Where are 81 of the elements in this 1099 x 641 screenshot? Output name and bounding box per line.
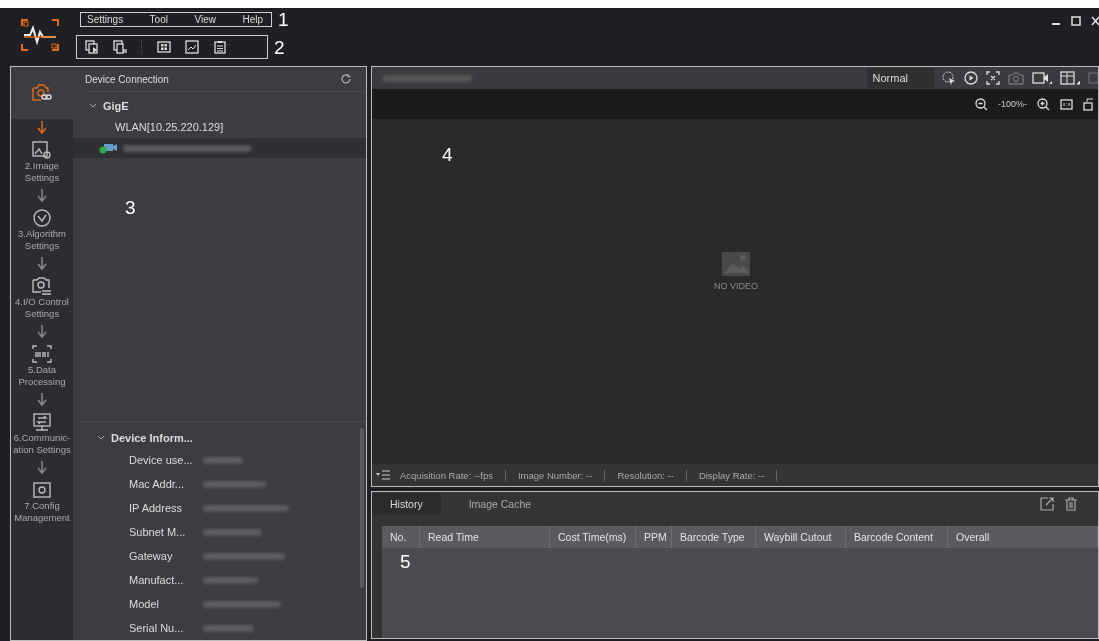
arrow-down-icon [37, 121, 47, 135]
circle-graph-icon [31, 208, 53, 228]
status-item: Acquisition Rate: --fps [390, 469, 506, 481]
redacted-value [203, 480, 266, 488]
tree-group[interactable]: GigE [73, 96, 366, 116]
menu-icon[interactable] [376, 470, 390, 480]
tree-group[interactable]: Device Inform... [81, 428, 366, 448]
status-item: Display Rate: -- [686, 469, 778, 481]
video-camera-icon[interactable] [1032, 71, 1052, 85]
image-gear-icon [31, 140, 53, 160]
field-label: Model [129, 598, 160, 610]
gear-box-icon [31, 480, 53, 500]
arrow-down-icon [37, 189, 47, 203]
menu-item[interactable]: Tool [149, 14, 168, 25]
no-video-label: NO VIDEO [714, 281, 758, 291]
arrow-down-icon [37, 461, 47, 475]
redacted-value [203, 576, 258, 584]
field-label: Manufact... [129, 574, 185, 586]
field-label: Device use... [129, 454, 193, 466]
play-icon[interactable] [964, 71, 978, 85]
callout-number: 4 [442, 145, 453, 164]
field-label: Mac Addr... [129, 478, 186, 490]
close-icon[interactable] [1091, 16, 1099, 26]
callout-number: 5 [400, 551, 411, 572]
step-item[interactable]: 3.Algorithm Settings [11, 205, 73, 255]
chevron-icon[interactable] [97, 434, 105, 442]
start-capture-icon[interactable] [85, 40, 99, 54]
status-item: Image Number: -- [505, 469, 606, 481]
step-item[interactable]: 7.Config Management [11, 477, 73, 527]
callout-number: 3 [125, 197, 136, 218]
chevron-icon[interactable] [89, 102, 97, 110]
step-item[interactable]: 4.I/O Control Settings [11, 273, 73, 323]
stop-capture-icon[interactable] [113, 40, 127, 54]
menu-item[interactable]: Help [242, 14, 263, 25]
field-label: IP Address [129, 502, 183, 514]
menu-item[interactable]: View [194, 14, 216, 25]
refresh-icon[interactable] [340, 73, 352, 85]
step-item[interactable]: 5.Data Processing [11, 341, 73, 391]
callout-number: 1 [278, 10, 289, 29]
callout-number: 2 [274, 37, 285, 57]
camera-link-icon [31, 83, 53, 103]
camera-icon [99, 142, 117, 154]
grid-layout-icon[interactable] [157, 40, 171, 54]
arrow-down-icon [37, 257, 47, 271]
field-label: Gateway [129, 550, 174, 562]
step-item[interactable]: 6.Communic-ation Settings [11, 409, 73, 459]
step-item[interactable]: 2.Image Settings [11, 137, 73, 187]
chart-icon[interactable] [185, 40, 199, 54]
barcode-frame-icon [31, 344, 53, 364]
mode-dropdown[interactable]: Normal [866, 68, 934, 88]
monitor-arrows-icon [31, 412, 53, 432]
trash-icon[interactable] [1064, 497, 1078, 511]
zoom-out-icon[interactable] [975, 97, 988, 111]
menu-item[interactable]: Settings [87, 14, 124, 25]
redacted-value [203, 456, 243, 464]
zoom-in-icon[interactable] [1037, 97, 1050, 111]
tab[interactable]: History [372, 493, 441, 515]
panel-title: Device Connection [85, 73, 169, 85]
export-icon[interactable] [1040, 497, 1054, 511]
arrow-down-icon [37, 393, 47, 407]
clipboard-icon[interactable] [213, 40, 227, 54]
actual-size-icon[interactable] [1060, 97, 1073, 111]
crosshair-frame-icon[interactable] [986, 71, 1000, 85]
camera-icon[interactable] [1008, 71, 1024, 85]
field-label: Subnet M... [129, 526, 187, 538]
maximize-icon[interactable] [1071, 16, 1081, 26]
redacted-value [203, 624, 254, 632]
rotate-icon[interactable] [1083, 97, 1094, 111]
app-logo-icon [20, 18, 60, 52]
select-icon[interactable] [942, 71, 956, 85]
camera-lines-icon [31, 276, 53, 296]
step-item[interactable] [11, 67, 73, 119]
arrow-down-icon [37, 325, 47, 339]
image-placeholder-icon [721, 251, 751, 277]
grid-icon[interactable] [1060, 71, 1080, 85]
tab[interactable]: Image Cache [450, 493, 550, 515]
field-label: Serial Nu... [129, 622, 185, 634]
zoom-level: -100%- [998, 99, 1027, 109]
redacted-value [203, 528, 262, 536]
status-item: Resolution: -- [605, 469, 687, 481]
tree-item[interactable]: WLAN[10.25.220.129] [73, 116, 366, 138]
